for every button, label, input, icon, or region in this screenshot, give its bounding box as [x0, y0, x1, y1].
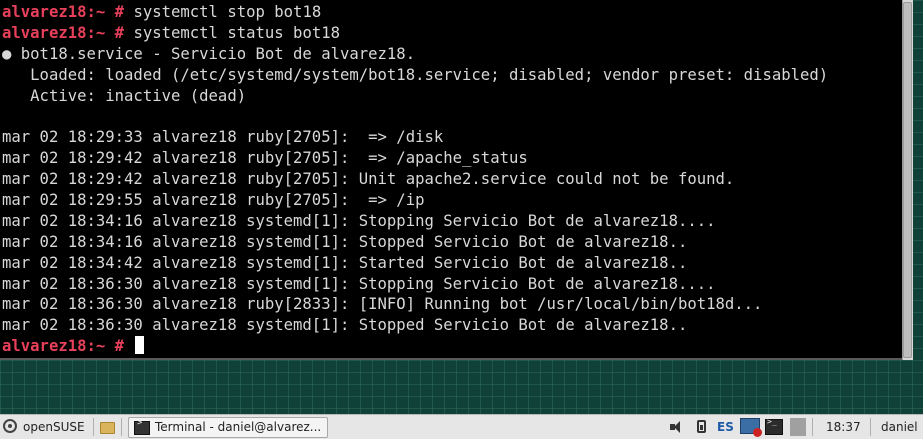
terminal-line: ● bot18.service - Servicio Bot de alvare… [2, 44, 828, 65]
taskbar-separator [121, 418, 122, 436]
keyboard-layout-indicator[interactable]: ES [717, 415, 734, 439]
text-cursor [135, 336, 145, 355]
terminal-line-text: mar 02 18:29:42 alvarez18 ruby[2705]: Un… [2, 170, 735, 189]
terminal-line-text: Active: inactive (dead) [2, 86, 247, 105]
terminal-line-text: systemctl status bot18 [124, 23, 340, 42]
terminal-line-text: systemctl stop bot18 [124, 3, 322, 21]
taskbar-separator [870, 418, 871, 436]
terminal-icon [134, 418, 150, 435]
terminal-line-text: mar 02 18:34:42 alvarez18 systemd[1]: St… [2, 253, 688, 272]
terminal-line: mar 02 18:29:55 alvarez18 ruby[2705]: =>… [2, 190, 828, 211]
shell-prompt: alvarez18:~ # [2, 3, 125, 21]
network-icon[interactable] [740, 418, 762, 437]
terminal-line: mar 02 18:36:30 alvarez18 systemd[1]: St… [2, 315, 828, 336]
terminal-line-text: Loaded: loaded (/etc/systemd/system/bot1… [2, 65, 829, 84]
terminal-line-text: mar 02 18:29:55 alvarez18 ruby[2705]: =>… [2, 191, 425, 210]
terminal-line-text [124, 337, 133, 355]
start-menu-button[interactable]: openSUSE [0, 415, 90, 439]
opensuse-icon [3, 419, 17, 433]
terminal-line: alvarez18:~ # [2, 336, 828, 357]
terminal-line: alvarez18:~ # systemctl status bot18 [2, 23, 828, 44]
shell-prompt: alvarez18:~ # [2, 337, 125, 356]
workspace-switcher[interactable] [790, 418, 806, 436]
user-name[interactable]: daniel [881, 415, 918, 439]
terminal-line: mar 02 18:34:16 alvarez18 systemd[1]: St… [2, 211, 828, 232]
battery-icon[interactable] [697, 420, 706, 433]
terminal-line-text: mar 02 18:36:30 alvarez18 ruby[2833]: [I… [2, 295, 763, 314]
terminal-scrollbar[interactable] [902, 0, 913, 360]
terminal-line: mar 02 18:36:30 alvarez18 ruby[2833]: [I… [2, 294, 828, 315]
terminal-output[interactable]: alvarez18:~ # systemctl stop bot18 alvare… [2, 2, 828, 357]
folder-icon[interactable] [100, 422, 115, 434]
taskbar-separator [93, 418, 94, 436]
taskbar: openSUSE Terminal - daniel@alvarez... ES… [0, 414, 923, 439]
shell-prompt: alvarez18:~ # [2, 23, 125, 42]
terminal-line-text: mar 02 18:36:30 alvarez18 systemd[1]: St… [2, 274, 716, 293]
terminal-line: mar 02 18:29:42 alvarez18 ruby[2705]: Un… [2, 169, 828, 190]
terminal-line: alvarez18:~ # systemctl stop bot18 [2, 2, 828, 23]
terminal-line-text: mar 02 18:36:30 alvarez18 systemd[1]: St… [2, 316, 688, 335]
terminal-line-text: ● bot18.service - Servicio Bot de alvare… [2, 44, 416, 63]
terminal-line: mar 02 18:29:33 alvarez18 ruby[2705]: =>… [2, 127, 828, 148]
terminal-line-text: mar 02 18:34:16 alvarez18 systemd[1]: St… [2, 232, 688, 251]
terminal-line-text: mar 02 18:29:42 alvarez18 ruby[2705]: =>… [2, 149, 528, 168]
volume-icon[interactable] [670, 420, 684, 434]
terminal-line-text: mar 02 18:34:16 alvarez18 systemd[1]: St… [2, 211, 716, 230]
clock[interactable]: 18:37 [826, 415, 861, 439]
taskbar-terminal-button[interactable]: Terminal - daniel@alvarez... [128, 417, 328, 438]
terminal-line: Loaded: loaded (/etc/systemd/system/bot1… [2, 65, 828, 86]
taskbar-separator [812, 418, 813, 436]
terminal-line: mar 02 18:29:42 alvarez18 ruby[2705]: =>… [2, 148, 828, 169]
taskbar-terminal-label: Terminal - daniel@alvarez... [155, 420, 322, 434]
terminal-tray-icon[interactable] [765, 417, 783, 435]
terminal-line: mar 02 18:36:30 alvarez18 systemd[1]: St… [2, 274, 828, 295]
terminal-line: mar 02 18:34:16 alvarez18 systemd[1]: St… [2, 232, 828, 253]
terminal-line: mar 02 18:34:42 alvarez18 systemd[1]: St… [2, 253, 828, 274]
scrollbar-thumb[interactable] [903, 2, 912, 358]
terminal-line-text: mar 02 18:29:33 alvarez18 ruby[2705]: =>… [2, 128, 444, 147]
start-menu-label: openSUSE [23, 420, 85, 434]
terminal-window[interactable]: alvarez18:~ # systemctl stop bot18 alvare… [0, 0, 913, 360]
terminal-line: Active: inactive (dead) [2, 86, 828, 107]
